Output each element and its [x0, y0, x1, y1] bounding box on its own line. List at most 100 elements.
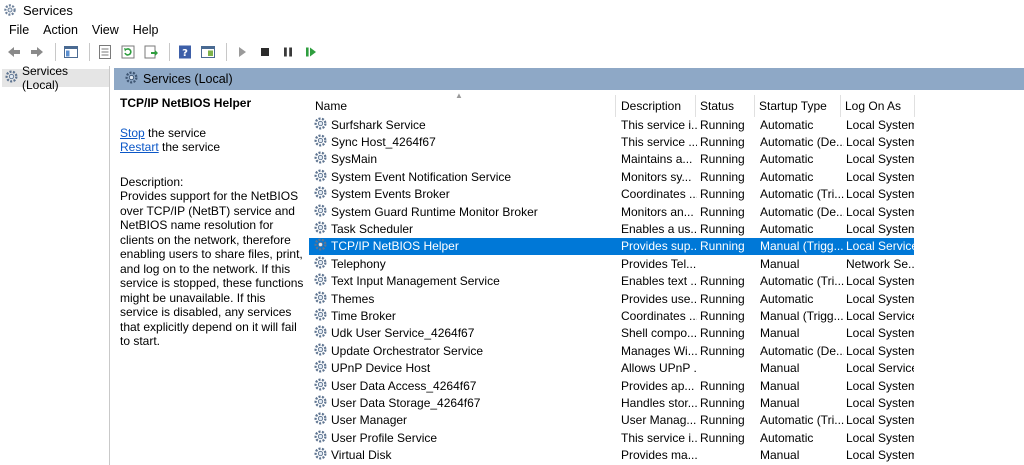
menu-file[interactable]: File: [2, 23, 36, 37]
show-hide-tree-icon[interactable]: [61, 42, 81, 62]
column-header-startup-type[interactable]: Startup Type: [753, 96, 840, 116]
service-log-on-as: Local System: [846, 133, 914, 150]
service-name-cell: Text Input Management Service: [313, 273, 615, 290]
service-row[interactable]: User Profile Service This service i... R…: [309, 429, 914, 446]
service-row[interactable]: Virtual Disk Provides ma... Manual Local…: [309, 446, 914, 463]
service-name-cell: Sync Host_4264f67: [313, 133, 615, 150]
back-arrow-icon[interactable]: [4, 42, 24, 62]
service-name-cell: System Guard Runtime Monitor Broker: [313, 203, 615, 220]
pause-service-icon[interactable]: [278, 42, 298, 62]
service-description: Provides ma...: [621, 446, 697, 463]
service-row[interactable]: UPnP Device Host Allows UPnP ... Manual …: [309, 359, 914, 376]
service-startup-type: Automatic: [760, 116, 844, 133]
service-log-on-as: Local System: [846, 342, 914, 359]
service-status: Running: [700, 307, 756, 324]
tree-item-label: Services (Local): [22, 64, 105, 92]
service-description: Maintains a...: [621, 151, 697, 168]
menu-view[interactable]: View: [85, 23, 126, 37]
service-log-on-as: Local System: [846, 394, 914, 411]
restart-service-link[interactable]: Restart: [120, 140, 159, 154]
service-row[interactable]: User Manager User Manag... Running Autom…: [309, 412, 914, 429]
service-description: Manages Wi...: [621, 342, 697, 359]
service-row[interactable]: Text Input Management Service Enables te…: [309, 273, 914, 290]
service-name: UPnP Device Host: [331, 361, 430, 375]
service-row[interactable]: Time Broker Coordinates ... Running Manu…: [309, 307, 914, 324]
service-status: Running: [700, 342, 756, 359]
service-name: Virtual Disk: [331, 448, 391, 462]
start-service-icon[interactable]: [232, 42, 252, 62]
service-log-on-as: Local Service: [846, 307, 914, 324]
service-name: System Guard Runtime Monitor Broker: [331, 205, 538, 219]
services-gear-icon: [4, 69, 19, 87]
service-log-on-as: Local System: [846, 186, 914, 203]
properties-icon[interactable]: [95, 42, 115, 62]
service-log-on-as: Local System: [846, 220, 914, 237]
service-description: Coordinates ...: [621, 307, 697, 324]
service-row[interactable]: Task Scheduler Enables a us... Running A…: [309, 220, 914, 237]
service-startup-type: Automatic (De...: [760, 342, 844, 359]
service-status: Running: [700, 116, 756, 133]
service-row[interactable]: Themes Provides use... Running Automatic…: [309, 290, 914, 307]
stop-service-link[interactable]: Stop: [120, 126, 145, 140]
service-log-on-as: Network Se...: [846, 255, 914, 272]
column-header-name[interactable]: Name: [309, 96, 615, 116]
column-header-description[interactable]: Description: [615, 96, 695, 116]
service-status: Running: [700, 429, 756, 446]
service-row[interactable]: System Events Broker Coordinates ... Run…: [309, 186, 914, 203]
service-name: Time Broker: [331, 309, 396, 323]
service-name-cell: Telephony: [313, 255, 615, 272]
service-name: Themes: [331, 292, 374, 306]
service-name: SysMain: [331, 152, 377, 166]
service-gear-icon: [313, 325, 328, 342]
help-icon[interactable]: ?: [175, 42, 195, 62]
service-log-on-as: Local System: [846, 412, 914, 429]
restart-action-text: the service: [159, 140, 220, 154]
service-row[interactable]: User Data Storage_4264f67 Handles stor..…: [309, 394, 914, 411]
menu-help[interactable]: Help: [126, 23, 166, 37]
service-startup-type: Manual: [760, 255, 844, 272]
description-text: Provides support for the NetBIOS over TC…: [120, 189, 306, 349]
forward-arrow-icon[interactable]: [27, 42, 47, 62]
refresh-icon[interactable]: [118, 42, 138, 62]
service-name: User Manager: [331, 413, 407, 427]
service-row[interactable]: Update Orchestrator Service Manages Wi..…: [309, 342, 914, 359]
service-row[interactable]: Udk User Service_4264f67 Shell compo... …: [309, 325, 914, 342]
service-row[interactable]: Sync Host_4264f67 This service ... Runni…: [309, 133, 914, 150]
column-header-status[interactable]: Status: [694, 96, 754, 116]
service-name: Udk User Service_4264f67: [331, 326, 474, 340]
service-startup-type: Automatic: [760, 168, 844, 185]
service-gear-icon: [313, 133, 328, 150]
service-name-cell: TCP/IP NetBIOS Helper: [313, 238, 615, 255]
service-row[interactable]: User Data Access_4264f67 Provides ap... …: [309, 377, 914, 394]
toolbar-separator: [226, 43, 227, 61]
service-name-cell: User Profile Service: [313, 429, 615, 446]
service-name: User Data Access_4264f67: [331, 379, 476, 393]
service-name-cell: Udk User Service_4264f67: [313, 325, 615, 342]
service-row[interactable]: System Guard Runtime Monitor Broker Moni…: [309, 203, 914, 220]
column-divider[interactable]: [914, 95, 915, 117]
stop-service-icon[interactable]: [255, 42, 275, 62]
export-list-icon[interactable]: [141, 42, 161, 62]
service-row[interactable]: TCP/IP NetBIOS Helper Provides sup... Ru…: [309, 238, 914, 255]
stop-action: Stop the service: [120, 126, 306, 141]
service-row[interactable]: SysMain Maintains a... Running Automatic…: [309, 151, 914, 168]
service-row[interactable]: Telephony Provides Tel... Manual Network…: [309, 255, 914, 272]
restart-service-icon[interactable]: [301, 42, 321, 62]
service-startup-type: Manual: [760, 325, 844, 342]
console-view-icon[interactable]: [198, 42, 218, 62]
service-gear-icon: [313, 273, 328, 290]
service-log-on-as: Local System: [846, 203, 914, 220]
service-startup-type: Manual: [760, 377, 844, 394]
service-row[interactable]: System Event Notification Service Monito…: [309, 168, 914, 185]
window-title: Services: [23, 3, 73, 18]
service-row[interactable]: Surfshark Service This service i... Runn…: [309, 116, 914, 133]
service-name-cell: Virtual Disk: [313, 446, 615, 463]
restart-action: Restart the service: [120, 140, 306, 155]
title-bar: Services: [0, 0, 1024, 20]
service-name-cell: System Event Notification Service: [313, 168, 615, 185]
tree-item-services-local[interactable]: Services (Local): [2, 69, 109, 87]
service-gear-icon: [313, 255, 328, 272]
column-header-log-on-as[interactable]: Log On As: [839, 96, 914, 116]
menu-action[interactable]: Action: [36, 23, 85, 37]
service-status: Running: [700, 203, 756, 220]
